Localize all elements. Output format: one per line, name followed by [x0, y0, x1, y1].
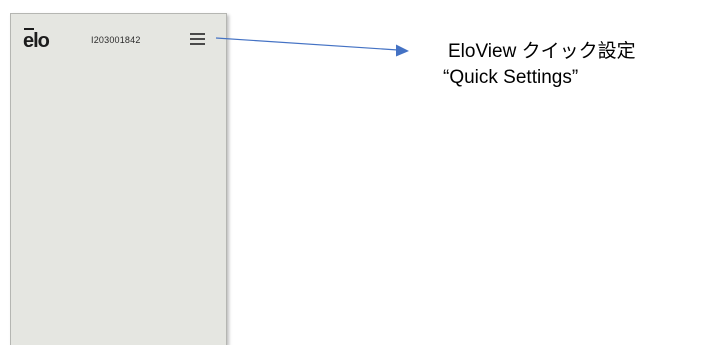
callout-arrow-head	[396, 44, 409, 57]
quick-settings-callout: EloView クイック設定 “Quick Settings”	[443, 39, 636, 91]
screenshot-stage: elo I203001842 EloView クイック設定 “Quick Set…	[0, 0, 706, 345]
callout-subtitle: “Quick Settings”	[443, 67, 579, 88]
callout-arrow-line	[215, 37, 399, 51]
callout-title: EloView クイック設定	[448, 41, 636, 62]
